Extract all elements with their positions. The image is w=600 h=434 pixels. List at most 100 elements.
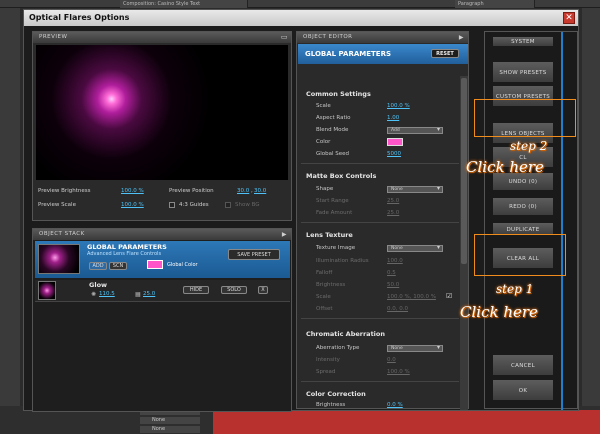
redo-button[interactable]: REDO (0) [492, 197, 554, 216]
color-label: Color [316, 139, 331, 145]
global-color-swatch[interactable] [147, 260, 163, 269]
arrow-right-icon[interactable]: ▶ [282, 229, 287, 240]
aberration-type-select[interactable]: None [387, 345, 443, 352]
global-seed-value[interactable]: 5000 [387, 151, 401, 157]
step1-annotation: step 1 [496, 282, 534, 296]
accent-divider [561, 32, 563, 410]
arrow-right-icon[interactable]: ▶ [459, 32, 464, 43]
showbg-checkbox[interactable] [225, 202, 231, 208]
editor-scrollbar[interactable] [460, 76, 468, 410]
glow-thumbnail [38, 281, 56, 300]
intensity-value[interactable]: 0.0 [387, 357, 396, 363]
glow-name: Glow [89, 281, 108, 289]
click-here-annotation-2: Click here [466, 158, 544, 176]
solo-button[interactable]: SOLO [221, 286, 247, 294]
falloff-value[interactable]: 0.5 [387, 270, 396, 276]
preview-header: PREVIEW ▭ [33, 32, 291, 43]
preview-brightness-label: Preview Brightness [38, 188, 91, 194]
scn-button[interactable]: SCN [109, 262, 127, 270]
preview-panel: PREVIEW ▭ Preview Brightness 100.0 % Prev… [32, 31, 292, 221]
glow-scale-value[interactable]: 25.0 [143, 291, 155, 297]
texture-scale-label: Scale [316, 294, 331, 300]
scale-value[interactable]: 100.0 % [387, 103, 410, 109]
host-right-panel [582, 8, 600, 434]
optical-flares-dialog: Optical Flares Options ✕ PREVIEW ▭ Previe… [23, 9, 579, 412]
preview-position-x[interactable]: 30.0 [237, 188, 249, 194]
cc-brightness-value[interactable]: 0.0 % [387, 402, 403, 408]
glow-brightness-value[interactable]: 110.5 [99, 291, 115, 297]
offset-value[interactable]: 0.0, 0.0 [387, 306, 408, 312]
intensity-label: Intensity [316, 357, 340, 363]
scale-label: Scale [316, 103, 331, 109]
section-matte-box: Matte Box Controls [306, 172, 377, 180]
global-parameters-row[interactable]: GLOBAL PARAMETERS Advanced Lens Flare Co… [35, 241, 290, 278]
preview-position-y[interactable]: 30.0 [254, 188, 266, 194]
layer-mode-select[interactable]: None [140, 426, 200, 433]
cancel-button[interactable]: CANCEL [492, 354, 554, 376]
guides-label: 4:3 Guides [179, 202, 209, 208]
shape-select[interactable]: None [387, 186, 443, 193]
layer-mode-label: None [152, 426, 166, 432]
link-checkbox-icon[interactable]: ☑ [446, 292, 452, 300]
delete-button[interactable]: X [258, 286, 268, 294]
save-preset-button[interactable]: SAVE PRESET [228, 249, 280, 260]
blend-mode-label: Blend Mode [316, 127, 349, 133]
texture-brightness-label: Brightness [316, 282, 346, 288]
spread-value[interactable]: 100.0 % [387, 369, 410, 375]
start-range-value[interactable]: 25.0 [387, 198, 399, 204]
texture-image-select[interactable]: None [387, 245, 443, 252]
guides-checkbox[interactable] [169, 202, 175, 208]
tab-paragraph[interactable]: Paragraph [455, 0, 535, 8]
lens-objects-highlight [474, 99, 576, 137]
texture-brightness-value[interactable]: 50.0 [387, 282, 399, 288]
expand-icon[interactable]: ▭ [281, 32, 288, 43]
section-chromatic-aberration: Chromatic Aberration [306, 330, 385, 338]
fade-amount-label: Fade Amount [316, 210, 353, 216]
host-left-panel [0, 8, 20, 434]
spread-label: Spread [316, 369, 336, 375]
section-divider [301, 381, 459, 382]
section-divider [301, 318, 459, 319]
illumination-radius-value[interactable]: 100.0 [387, 258, 403, 264]
section-color-correction: Color Correction [306, 390, 366, 398]
color-swatch[interactable] [387, 138, 403, 146]
layer-mode-select[interactable]: None [140, 417, 200, 424]
clear-all-highlight [474, 234, 566, 276]
hide-button[interactable]: HIDE [183, 286, 209, 294]
tab-composition[interactable]: Composition: Casino Style Text [120, 0, 248, 8]
glow-object-row[interactable]: Glow ✺ 110.5 ▦ 25.0 HIDE SOLO X [35, 280, 290, 302]
gp-subtitle: Advanced Lens Flare Controls [87, 251, 162, 257]
close-button[interactable]: ✕ [563, 12, 575, 24]
step2-annotation: step 2 [510, 139, 548, 153]
object-editor-header-label: OBJECT EDITOR [303, 34, 353, 40]
fade-amount-value[interactable]: 25.0 [387, 210, 399, 216]
preview-scale-value[interactable]: 100.0 % [121, 202, 144, 208]
click-here-annotation-1: Click here [460, 303, 538, 321]
brightness-icon: ✺ [91, 291, 97, 298]
tab-composition-label: Composition: Casino Style Text [123, 1, 201, 7]
shape-label: Shape [316, 186, 334, 192]
illumination-radius-label: Illumination Radius [316, 258, 369, 264]
dialog-title: Optical Flares Options [24, 10, 578, 26]
falloff-label: Falloff [316, 270, 333, 276]
blend-mode-select[interactable]: Add [387, 127, 443, 134]
layer-mode-label: None [152, 417, 166, 423]
reset-button[interactable]: RESET [431, 49, 459, 58]
timeline-layer-bar [213, 410, 600, 434]
aspect-ratio-value[interactable]: 1.00 [387, 115, 399, 121]
ok-button[interactable]: OK [492, 379, 554, 401]
preview-position-label: Preview Position [169, 188, 214, 194]
global-thumbnail [38, 244, 80, 274]
showbg-label: Show BG [235, 202, 260, 208]
cc-brightness-label: Brightness [316, 402, 346, 408]
preview-brightness-value[interactable]: 100.0 % [121, 188, 144, 194]
texture-scale-value[interactable]: 100.0 %, 100.0 % [387, 294, 436, 300]
scale-icon: ▦ [135, 291, 141, 298]
gp-title: GLOBAL PARAMETERS [87, 243, 167, 251]
add-button[interactable]: ADD [89, 262, 107, 270]
host-top-bar: Composition: Casino Style Text Paragraph [0, 0, 600, 8]
tab-paragraph-label: Paragraph [458, 1, 484, 7]
show-presets-button[interactable]: SHOW PRESETS [492, 61, 554, 83]
preview-canvas[interactable] [36, 45, 288, 180]
section-common-settings: Common Settings [306, 90, 371, 98]
